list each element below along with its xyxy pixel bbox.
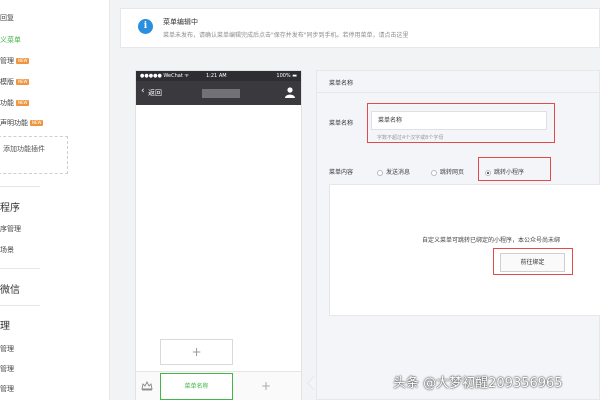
- sidebar-section-wechat: 微信: [0, 281, 20, 296]
- sidebar-item-statement[interactable]: 声明功能 NEW: [0, 118, 44, 128]
- menu-name-hint: 字数不超过4个汉字或8个字母: [377, 135, 444, 141]
- sidebar-divider: [0, 186, 40, 187]
- status-carrier: ●●●●● WeChat ᯤ: [140, 73, 189, 79]
- add-plugin-label: 添加功能插件: [3, 145, 45, 153]
- add-plugin-button[interactable]: 添加功能插件: [0, 136, 68, 174]
- sidebar-item-auto-reply[interactable]: 回复: [0, 13, 14, 23]
- sidebar-item-custom-menu[interactable]: 义菜单: [0, 35, 21, 45]
- sidebar-section-miniprogram: 程序: [0, 199, 20, 214]
- sidebar-item-label: 回复: [0, 14, 14, 22]
- sidebar-item-label: 管理: [0, 385, 14, 393]
- sidebar-item-management[interactable]: 管理 NEW: [0, 56, 30, 66]
- radio-icon: [377, 169, 383, 176]
- section-title: 理: [0, 321, 10, 332]
- menu-name-input[interactable]: 菜单名称: [371, 111, 547, 130]
- sidebar-item-label: 管理: [0, 57, 14, 65]
- sidebar-item-miniprogram-manage[interactable]: 序管理: [0, 224, 21, 234]
- menu-editor-panel: 菜单名称 菜单名称 菜单名称 字数不超过4个汉字或8个字母 菜单内容 发送消息 …: [316, 70, 600, 400]
- phone-status-bar: ●●●●● WeChat ᯤ 1:21 AM 100% ▬: [136, 71, 301, 81]
- sidebar-item-template[interactable]: 模版 NEW: [0, 77, 30, 87]
- sidebar-item-manage-2[interactable]: 管理: [0, 364, 14, 374]
- wechat-header: ‹ 返回: [136, 81, 301, 105]
- sidebar-item-feature[interactable]: 功能 NEW: [0, 98, 30, 108]
- back-button[interactable]: 返回: [148, 88, 162, 98]
- sidebar-item-label: 场景: [0, 246, 14, 254]
- add-submenu-button[interactable]: +: [160, 339, 233, 365]
- new-badge: NEW: [16, 100, 30, 106]
- new-badge: NEW: [30, 120, 44, 126]
- radio-jump-webpage[interactable]: 跳转网页: [431, 167, 464, 176]
- sidebar-item-scene[interactable]: 场景: [0, 245, 14, 255]
- radio-icon: [431, 169, 437, 176]
- new-badge: NEW: [16, 58, 30, 64]
- sidebar-item-label: 模版: [0, 78, 14, 86]
- notice-description: 菜单未发布，请确认菜单编辑完成后点击"保存并发布"同步到手机。若停用菜单，请点击…: [163, 32, 409, 39]
- menu-content-label: 菜单内容: [329, 169, 354, 176]
- new-badge: NEW: [16, 79, 30, 85]
- status-battery: 100% ▬: [276, 73, 297, 79]
- account-name-blurred: [202, 89, 240, 98]
- sidebar-item-label: 管理: [0, 365, 14, 373]
- sidebar-item-label: 义菜单: [0, 36, 21, 44]
- sidebar-divider: [0, 305, 40, 306]
- radio-label: 发送消息: [386, 169, 411, 176]
- user-icon: [285, 87, 295, 98]
- radio-send-message[interactable]: 发送消息: [377, 167, 410, 176]
- chevron-left-icon: ‹: [141, 86, 145, 96]
- menu-content-box: 自定义菜单可跳转已绑定的小程序，本公众号尚未绑 前往绑定: [329, 184, 600, 316]
- keyboard-icon[interactable]: [140, 379, 154, 391]
- phone-preview: ●●●●● WeChat ᯤ 1:21 AM 100% ▬ ‹ 返回 + 菜单名…: [135, 70, 302, 400]
- sidebar-item-manage-3[interactable]: 管理: [0, 384, 14, 394]
- go-bind-button[interactable]: 前往绑定: [500, 253, 565, 272]
- menu-name-label: 菜单名称: [329, 120, 354, 127]
- notice-title: 菜单编辑中: [163, 18, 198, 26]
- sidebar-item-label: 序管理: [0, 225, 21, 233]
- menu-tab-selected[interactable]: 菜单名称: [160, 373, 233, 400]
- sidebar-item-label: 功能: [0, 99, 14, 107]
- editor-title: 菜单名称: [329, 80, 354, 87]
- watermark: 头条 @大梦初醒209356965: [393, 376, 563, 391]
- sidebar: 回复 义菜单 管理 NEW 模版 NEW 功能 NEW 声明功能 NEW 添加功能插件 …: [0, 0, 110, 400]
- miniprogram-highlight-box: [478, 157, 551, 181]
- phone-menu-bar: 菜单名称 +: [136, 371, 301, 400]
- sidebar-item-manage-1[interactable]: 管理: [0, 344, 14, 354]
- sidebar-item-label: 声明功能: [0, 119, 28, 127]
- radio-label: 跳转网页: [440, 169, 465, 176]
- sidebar-divider: [0, 268, 40, 269]
- section-title: 程序: [0, 203, 20, 214]
- add-menu-button[interactable]: +: [256, 376, 276, 396]
- sidebar-item-label: 管理: [0, 345, 14, 353]
- info-icon: i: [138, 19, 153, 34]
- editor-header: 菜单名称: [317, 71, 599, 93]
- status-time: 1:21 AM: [206, 73, 227, 79]
- section-title: 微信: [0, 285, 20, 296]
- menu-editing-notice: i 菜单编辑中 菜单未发布，请确认菜单编辑完成后点击"保存并发布"同步到手机。若…: [120, 8, 600, 48]
- sidebar-section-manage: 理: [0, 317, 10, 332]
- miniprogram-note: 自定义菜单可跳转已绑定的小程序，本公众号尚未绑: [422, 237, 561, 244]
